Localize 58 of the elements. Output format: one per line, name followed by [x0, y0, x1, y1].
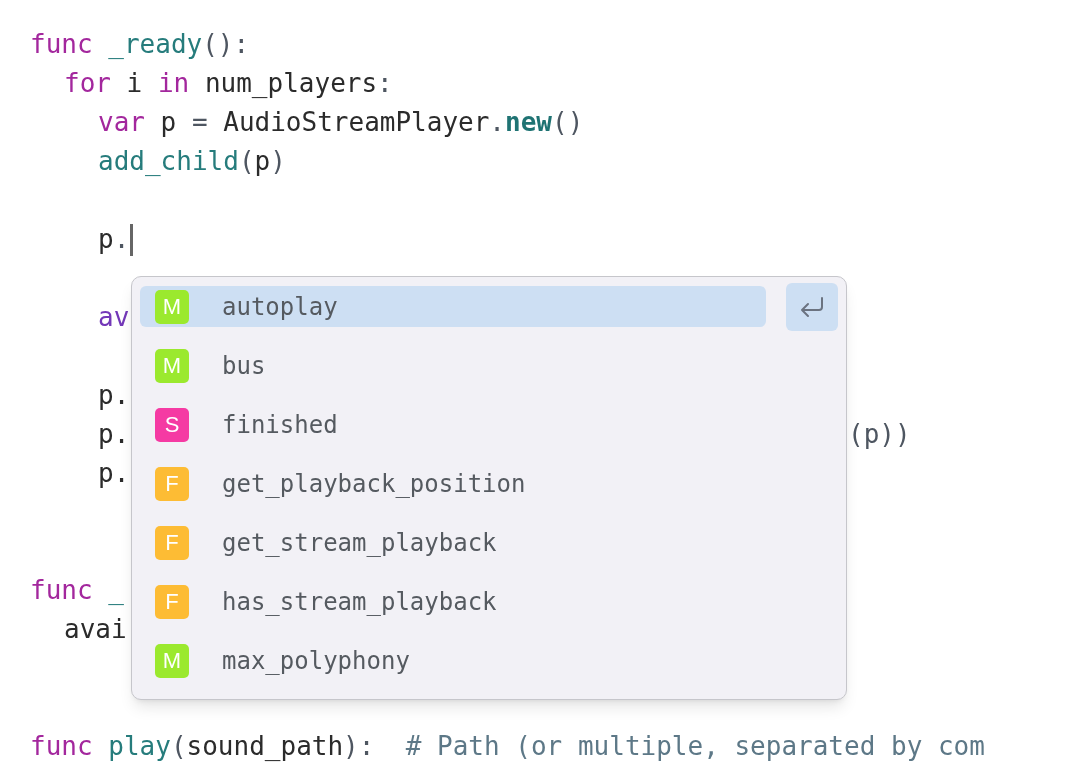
completion-label: has_stream_playback [222, 586, 497, 618]
code-token: func [30, 28, 93, 61]
completion-item[interactable]: M bus [140, 345, 766, 386]
code-token: = [191, 106, 208, 139]
code-token: (): [202, 28, 250, 61]
code-token: add_child [98, 145, 239, 178]
code-token: p. [98, 457, 130, 490]
code-token: in [157, 67, 190, 100]
completion-label: get_stream_playback [222, 527, 497, 559]
code-comment: # Path (or multiple, separated by com [404, 730, 985, 763]
accept-button[interactable] [786, 283, 838, 331]
code-token: . [489, 106, 505, 139]
code-token: for [64, 67, 111, 100]
code-token: avai [64, 613, 127, 646]
completion-label: get_playback_position [222, 468, 526, 500]
code-token: sound_path [186, 730, 344, 763]
completion-label: autoplay [222, 291, 338, 323]
completion-item[interactable]: S finished [140, 404, 766, 445]
kind-badge: M [155, 348, 189, 383]
code-token: p. [98, 379, 130, 412]
code-token: i [125, 67, 144, 100]
code-token: new [505, 106, 552, 139]
code-token: ( [170, 730, 187, 763]
code-token: num_players [203, 67, 378, 100]
return-icon [798, 296, 826, 318]
code-token: p [159, 106, 178, 139]
code-token: play [107, 730, 171, 763]
completion-item[interactable]: F has_stream_playback [140, 581, 766, 622]
code-token: func [30, 574, 93, 607]
kind-badge: M [155, 643, 189, 678]
code-token: var [98, 106, 145, 139]
kind-badge: F [155, 584, 189, 619]
completion-item[interactable]: M autoplay [140, 286, 766, 327]
code-token: ) [270, 145, 286, 178]
code-token: p [98, 223, 114, 256]
code-text: (p)) [848, 418, 911, 451]
completion-item[interactable]: F get_stream_playback [140, 522, 766, 563]
code-token: ( [238, 145, 255, 178]
code-token: : [377, 67, 393, 100]
kind-badge: M [155, 289, 189, 324]
completion-label: max_polyphony [222, 645, 410, 677]
code-token: p. [98, 418, 130, 451]
kind-badge: F [155, 525, 189, 560]
kind-badge: S [155, 407, 189, 442]
code-token: func [30, 730, 93, 763]
code-token: _ [107, 574, 124, 607]
completion-item[interactable]: M max_polyphony [140, 640, 766, 681]
code-token: ): [343, 730, 375, 763]
completion-label: bus [222, 350, 266, 382]
code-token: () [552, 106, 584, 139]
code-token: AudioStreamPlayer [222, 106, 490, 139]
code-token: p [254, 145, 271, 178]
completion-label: finished [222, 409, 338, 441]
code-token: _ready [107, 28, 203, 61]
code-token: av [98, 301, 130, 334]
kind-badge: F [155, 466, 189, 501]
code-token: . [113, 223, 130, 256]
completion-item[interactable]: F get_playback_position [140, 463, 766, 504]
